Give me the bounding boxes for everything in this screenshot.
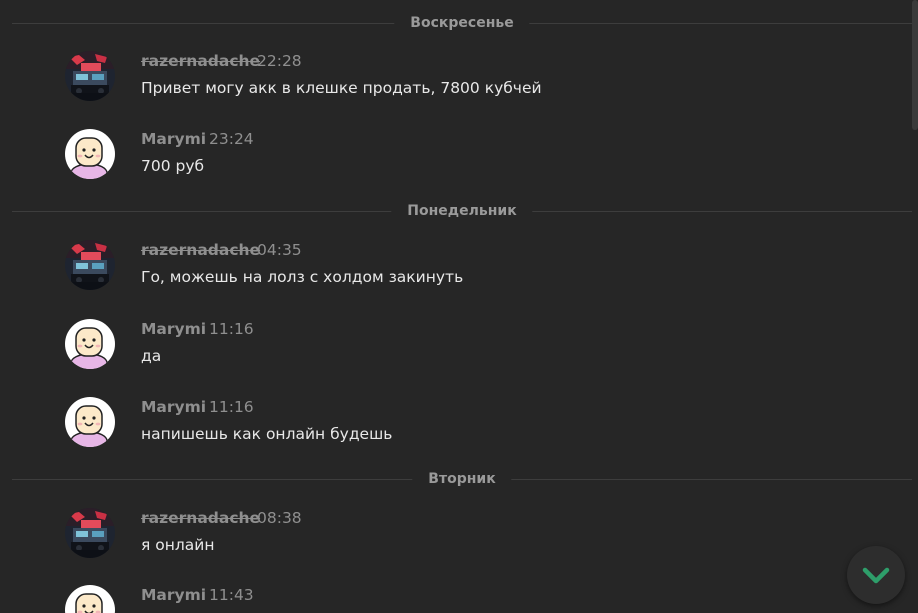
chat-view[interactable]: Воскресенье razernadache 22:28 Привет мо… [0, 0, 918, 613]
scroll-to-bottom-button[interactable] [847, 546, 905, 604]
message-text: 700 руб [141, 157, 205, 175]
timestamp: 23:24 [209, 130, 254, 148]
message-text: напишешь как онлайн будешь [141, 425, 393, 443]
message-text: да [141, 347, 162, 365]
day-label: Воскресенье [394, 14, 530, 32]
timestamp: 11:16 [209, 320, 254, 338]
timestamp: 11:16 [209, 398, 254, 416]
message-text: я онлайн [141, 536, 215, 554]
avatar[interactable] [65, 51, 115, 101]
username[interactable]: razernadache [141, 508, 260, 528]
message: Marymi 11:43 [65, 585, 878, 613]
message: Marymi 23:24 700 руб [65, 129, 878, 181]
avatar[interactable] [65, 129, 115, 179]
avatar[interactable] [65, 319, 115, 369]
avatar[interactable] [65, 240, 115, 290]
username[interactable]: razernadache [141, 240, 260, 260]
username[interactable]: razernadache [141, 51, 260, 71]
timestamp: 04:35 [257, 241, 302, 259]
timestamp: 11:43 [209, 586, 254, 604]
username[interactable]: Marymi [141, 585, 206, 605]
message: razernadache 08:38 я онлайн [65, 508, 878, 560]
avatar[interactable] [65, 585, 115, 613]
message: razernadache 22:28 Привет могу акк в кле… [65, 51, 878, 103]
scrollbar-thumb[interactable] [912, 0, 918, 130]
day-label: Вторник [412, 470, 512, 488]
message-text: Го, можешь на лолз с холдом закинуть [141, 268, 464, 286]
message: Marymi 11:16 да [65, 319, 878, 371]
day-separator: Воскресенье [12, 14, 912, 32]
chevron-down-icon [861, 565, 891, 585]
message: Marymi 11:16 напишешь как онлайн будешь [65, 397, 878, 449]
username[interactable]: Marymi [141, 319, 206, 339]
message-text: Привет могу акк в клешке продать, 7800 к… [141, 79, 542, 97]
timestamp: 22:28 [257, 52, 302, 70]
username[interactable]: Marymi [141, 129, 206, 149]
avatar[interactable] [65, 397, 115, 447]
timestamp: 08:38 [257, 509, 302, 527]
message: razernadache 04:35 Го, можешь на лолз с … [65, 240, 878, 292]
day-label: Понедельник [391, 202, 533, 220]
avatar[interactable] [65, 508, 115, 558]
username[interactable]: Marymi [141, 397, 206, 417]
day-separator: Понедельник [12, 202, 912, 220]
day-separator: Вторник [12, 470, 912, 488]
